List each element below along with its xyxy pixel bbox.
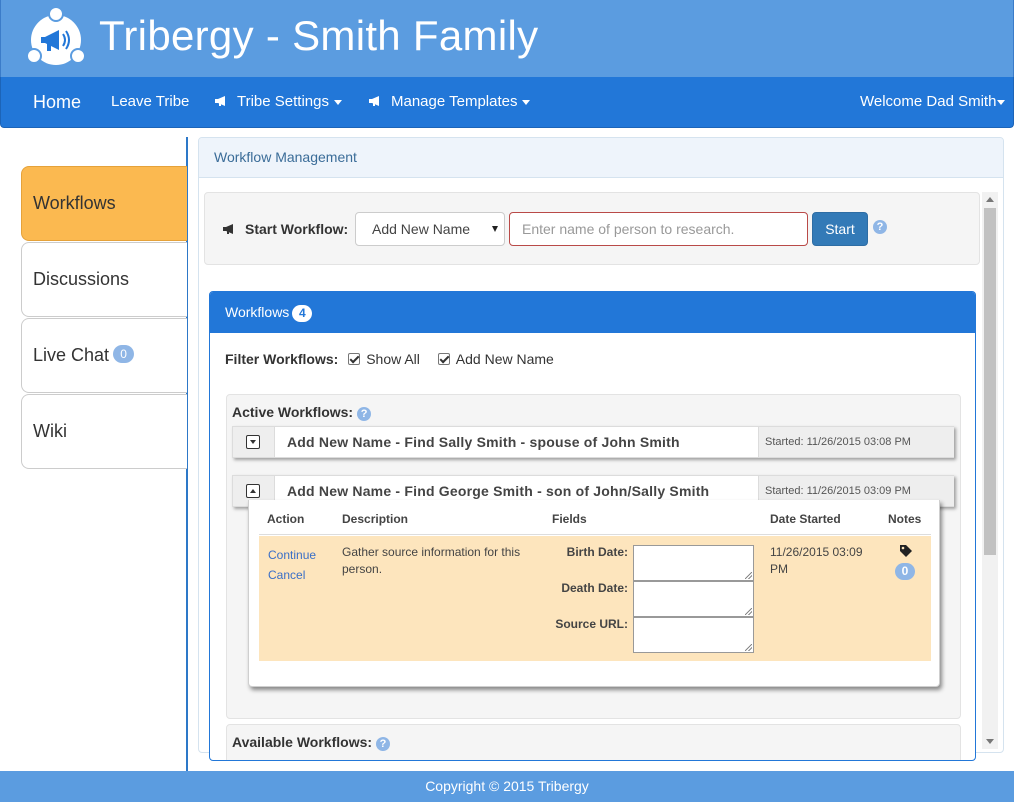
tab-label: Wiki <box>33 421 67 441</box>
col-description: Description <box>342 512 409 526</box>
workflows-header: Workflows 4 <box>210 292 975 333</box>
col-fields: Fields <box>552 512 587 526</box>
col-action: Action <box>267 512 305 526</box>
scroll-up-icon[interactable] <box>986 197 994 202</box>
manage-templates-label: Manage Templates <box>391 93 518 110</box>
resize-grip-icon[interactable] <box>745 608 752 615</box>
app-frame: Tribergy - Smith Family Home Leave Tribe… <box>0 0 1014 802</box>
tab-wiki[interactable]: Wiki <box>21 394 187 469</box>
source-url-field[interactable] <box>633 617 754 653</box>
nav-tribe-settings-dropdown[interactable]: Tribe Settings <box>215 77 342 127</box>
start-workflow-form: Start Workflow: Add New Name Start ? <box>204 192 980 265</box>
workflow-row[interactable]: Add New Name - Find Sally Smith - spouse… <box>232 426 954 458</box>
help-icon[interactable]: ? <box>357 407 372 421</box>
tab-label: Live Chat <box>33 345 110 365</box>
notes-count-badge: 0 <box>895 563 915 580</box>
megaphone-icon <box>369 95 379 106</box>
megaphone-icon <box>215 95 225 106</box>
active-workflows-section: Active Workflows:? Add New Name - Find S… <box>226 394 961 719</box>
filter-option-label: Show All <box>366 351 420 367</box>
show-all-checkbox[interactable] <box>348 353 361 365</box>
user-menu-dropdown[interactable]: Welcome Dad Smith <box>860 77 1006 127</box>
birth-date-field[interactable] <box>633 545 754 581</box>
live-chat-count-badge: 0 <box>113 345 135 364</box>
nav-leave-tribe-link[interactable]: Leave Tribe <box>111 77 189 127</box>
add-new-name-checkbox[interactable] <box>437 353 450 365</box>
col-date-started: Date Started <box>770 512 841 526</box>
chevron-down-icon <box>334 99 342 105</box>
active-workflows-title: Active Workflows:? <box>232 404 372 421</box>
scroll-thumb[interactable] <box>984 208 996 555</box>
available-workflows-text: Available Workflows: <box>232 734 373 750</box>
death-date-label: Death Date: <box>561 581 628 595</box>
active-workflows-text: Active Workflows: <box>232 404 354 420</box>
resize-grip-icon[interactable] <box>745 644 752 651</box>
workflow-title: Add New Name - Find Sally Smith - spouse… <box>287 434 680 450</box>
start-workflow-label: Start Workflow: <box>223 221 348 237</box>
app-title: Tribergy - Smith Family <box>99 12 539 59</box>
tab-discussions[interactable]: Discussions <box>21 242 187 317</box>
dropdown-arrow-icon <box>492 226 498 232</box>
scroll-down-icon[interactable] <box>986 739 994 744</box>
start-button[interactable]: Start <box>812 212 868 246</box>
nav-home-link[interactable]: Home <box>33 77 81 127</box>
workflow-detail: Action Description Fields Date Started N… <box>248 500 940 687</box>
continue-link[interactable]: Continue <box>268 548 316 562</box>
death-date-field[interactable] <box>633 581 754 617</box>
cancel-link[interactable]: Cancel <box>268 568 305 582</box>
available-workflows-section: Available Workflows:? <box>226 724 961 760</box>
start-workflow-text: Start Workflow: <box>245 221 349 237</box>
table-divider <box>259 534 931 535</box>
workflow-started: Started: 11/26/2015 03:08 PM <box>758 427 954 457</box>
panel-title: Workflow Management <box>199 138 1003 178</box>
filter-label: Filter Workflows: <box>225 351 339 367</box>
expand-icon <box>246 435 260 449</box>
table-row: Continue Cancel Gather source informatio… <box>259 536 931 661</box>
workflow-type-value: Add New Name <box>372 221 471 237</box>
tribe-settings-label: Tribe Settings <box>237 93 329 110</box>
chevron-down-icon <box>997 99 1006 105</box>
tribergy-logo <box>26 7 86 65</box>
chevron-down-icon <box>522 99 531 105</box>
source-url-label: Source URL: <box>555 617 628 631</box>
workflows-panel: Workflows 4 Filter Workflows: Show All Ad… <box>209 291 976 761</box>
tab-label: Workflows <box>33 193 116 213</box>
content-scrollbar[interactable] <box>982 192 998 749</box>
tab-live-chat[interactable]: Live Chat 0 <box>21 318 187 393</box>
date-started-value: 11/26/2015 03:09 PM <box>770 545 863 576</box>
help-icon[interactable]: ? <box>873 220 887 234</box>
footer: Copyright © 2015 Tribergy <box>0 771 1014 802</box>
brand-bar: Tribergy - Smith Family <box>0 0 1014 77</box>
workflow-description: Gather source information for this perso… <box>342 545 521 576</box>
top-navbar: Home Leave Tribe Tribe Settings Manage T… <box>0 77 1014 128</box>
expand-toggle[interactable] <box>233 427 275 457</box>
workflow-filter: Filter Workflows: Show All Add New Name <box>225 351 554 367</box>
workflows-count-badge: 4 <box>292 305 313 322</box>
available-workflows-title: Available Workflows:? <box>232 734 391 751</box>
filter-option-label: Add New Name <box>455 351 554 367</box>
collapse-icon <box>246 484 260 498</box>
person-name-input[interactable] <box>509 212 808 246</box>
welcome-label: Welcome Dad Smith <box>860 93 997 110</box>
resize-grip-icon[interactable] <box>745 572 752 579</box>
tag-icon[interactable] <box>899 544 913 558</box>
tab-label: Discussions <box>33 269 130 289</box>
workflows-title: Workflows <box>225 304 290 320</box>
birth-date-label: Birth Date: <box>566 545 628 559</box>
megaphone-icon <box>223 224 233 234</box>
nav-manage-templates-dropdown[interactable]: Manage Templates <box>369 77 531 127</box>
workflow-type-select[interactable]: Add New Name <box>355 212 505 246</box>
tab-workflows[interactable]: Workflows <box>21 166 187 241</box>
col-notes: Notes <box>888 512 922 526</box>
help-icon[interactable]: ? <box>376 737 391 751</box>
